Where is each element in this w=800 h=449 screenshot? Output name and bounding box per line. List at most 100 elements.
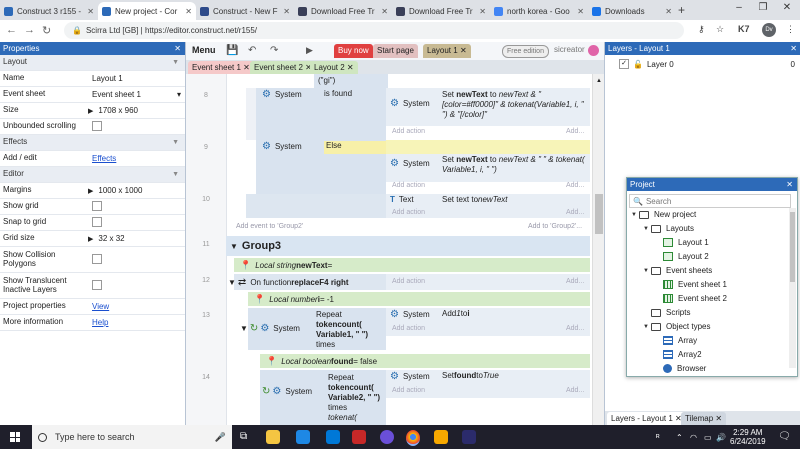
property-checkbox[interactable]: [88, 120, 185, 133]
tree-item[interactable]: Event sheet 2: [655, 294, 727, 303]
property-value[interactable]: Event sheet 1 ▾: [88, 90, 185, 99]
undo-icon[interactable]: ↶: [248, 45, 256, 56]
add-more-link[interactable]: Add...: [566, 209, 584, 216]
condition-cell[interactable]: [246, 194, 386, 218]
property-link[interactable]: Effects: [88, 154, 185, 163]
collapse-triangle-icon[interactable]: ▼: [643, 324, 651, 330]
chevron-up-icon[interactable]: ⌃: [676, 433, 683, 442]
task-view-icon[interactable]: ⧉: [240, 431, 247, 442]
collapse-triangle-icon[interactable]: ▼: [240, 324, 248, 333]
add-event-link[interactable]: Add event to 'Group2': [236, 223, 303, 230]
save-icon[interactable]: 💾: [226, 45, 238, 56]
app-icon[interactable]: [380, 430, 394, 444]
tree-item[interactable]: ▼ New project: [631, 210, 696, 219]
collapse-triangle-icon[interactable]: ▼: [172, 139, 179, 146]
tab-event-sheet-2[interactable]: Event sheet 2 ✕: [250, 61, 316, 74]
notifications-icon[interactable]: 🗨: [778, 431, 791, 442]
collapse-triangle-icon[interactable]: ▼: [172, 171, 179, 178]
dropdown-arrow-icon[interactable]: ▾: [177, 90, 181, 99]
taskbar-search-input[interactable]: Type here to search 🎤: [32, 425, 232, 449]
maximize-button[interactable]: ❐: [754, 2, 772, 13]
layer-row[interactable]: ✓ 🔓 Layer 0 0: [605, 57, 800, 71]
close-icon[interactable]: ✕: [665, 7, 672, 16]
tree-item[interactable]: ▼ Object types: [643, 322, 710, 331]
mail-icon[interactable]: [352, 430, 366, 444]
expand-triangle-icon[interactable]: ▶: [88, 188, 93, 195]
collapse-triangle-icon[interactable]: ▼: [643, 226, 651, 232]
close-icon[interactable]: ✕: [381, 7, 388, 16]
add-action-link[interactable]: Add action: [392, 182, 425, 189]
start-page-tab[interactable]: Start page: [373, 44, 418, 58]
add-more-link[interactable]: Add...: [566, 387, 584, 394]
tab-tilemap[interactable]: Tilemap ✕: [681, 412, 727, 425]
layer-visible-checkbox[interactable]: ✓: [619, 59, 629, 69]
close-icon[interactable]: ✕: [460, 46, 467, 55]
property-checkbox[interactable]: [88, 253, 185, 266]
close-icon[interactable]: ✕: [790, 42, 797, 55]
layout-1-tab[interactable]: Layout 1 ✕: [423, 44, 471, 58]
add-action-link[interactable]: Add action: [392, 387, 425, 394]
package-icon[interactable]: [434, 430, 448, 444]
extension-icon[interactable]: K7: [738, 24, 750, 34]
property-value[interactable]: ▶ 32 x 32: [88, 234, 185, 243]
url-field[interactable]: 🔒 Scirra Ltd [GB] | https://editor.const…: [64, 22, 684, 39]
checkbox[interactable]: [92, 216, 102, 227]
add-more-link[interactable]: Add...: [566, 128, 584, 135]
property-section[interactable]: Effects ▼: [0, 135, 185, 151]
property-checkbox[interactable]: [88, 279, 185, 292]
add-more-link[interactable]: Add...: [566, 325, 584, 332]
browser-tab[interactable]: Construct 3 r155 - ✕: [0, 2, 98, 20]
buy-now-button[interactable]: Buy now: [334, 44, 373, 58]
close-icon[interactable]: ✕: [786, 178, 793, 191]
project-title-bar[interactable]: Project ✕: [627, 178, 797, 191]
minimize-button[interactable]: –: [730, 2, 748, 13]
collapse-triangle-icon[interactable]: ▼: [631, 212, 639, 218]
browser-tab[interactable]: Downloads ✕: [588, 2, 676, 20]
bookmark-star-icon[interactable]: ☆: [716, 24, 724, 35]
add-to-group-link[interactable]: Add to 'Group2'...: [528, 223, 582, 230]
lock-icon[interactable]: 🔓: [633, 60, 643, 69]
property-value[interactable]: Layout 1: [88, 74, 185, 83]
people-icon[interactable]: ᴿ: [656, 433, 660, 442]
project-scrollbar[interactable]: [789, 208, 796, 368]
property-link[interactable]: Help: [88, 318, 185, 327]
checkbox[interactable]: [92, 253, 102, 264]
tree-item[interactable]: ▼ Layouts: [643, 224, 694, 233]
kebab-menu-icon[interactable]: ⋮: [786, 24, 795, 35]
play-icon[interactable]: ▶: [306, 45, 313, 56]
group-header[interactable]: ▼ Group3: [226, 236, 590, 256]
add-more-link[interactable]: Add...: [566, 278, 584, 285]
avatar[interactable]: Dv: [762, 23, 776, 37]
tree-item[interactable]: Array: [655, 336, 697, 345]
local-variable-row[interactable]: 📍 Local boolean found = false: [260, 354, 590, 368]
scrollbar-thumb[interactable]: [595, 194, 603, 234]
expand-triangle-icon[interactable]: ▶: [88, 108, 93, 115]
scroll-up-icon[interactable]: ▲: [596, 78, 602, 84]
checkbox[interactable]: [92, 200, 102, 211]
scrollbar-thumb[interactable]: [790, 212, 795, 282]
add-more-link[interactable]: Add...: [566, 182, 584, 189]
tab-layers[interactable]: Layers - Layout 1 ✕: [607, 412, 686, 425]
tree-item[interactable]: Layout 1: [655, 238, 709, 247]
close-icon[interactable]: ✕: [479, 7, 486, 16]
username[interactable]: sicreator: [554, 45, 585, 54]
add-action-link[interactable]: Add action: [392, 325, 425, 332]
collapse-triangle-icon[interactable]: ▼: [230, 242, 238, 251]
browser-tab[interactable]: Construct - New F ✕: [196, 2, 294, 20]
system-clock[interactable]: 2:29 AM 6/24/2019: [730, 428, 766, 446]
close-icon[interactable]: ✕: [283, 7, 290, 16]
battery-icon[interactable]: ▭: [704, 433, 712, 442]
property-link[interactable]: View: [88, 302, 185, 311]
browser-tab-active[interactable]: New project - Cor ✕: [98, 2, 196, 20]
add-action-link[interactable]: Add action: [392, 209, 425, 216]
close-icon[interactable]: ✕: [87, 7, 94, 16]
redo-icon[interactable]: ↷: [270, 45, 278, 56]
chrome-icon[interactable]: [406, 430, 420, 446]
key-icon[interactable]: ⚷: [698, 24, 705, 35]
collapse-triangle-icon[interactable]: ▼: [643, 268, 651, 274]
tree-item[interactable]: Event sheet 1: [655, 280, 727, 289]
close-icon[interactable]: ✕: [577, 7, 584, 16]
local-variable-row[interactable]: 📍 Local string newText =: [234, 258, 590, 272]
back-button[interactable]: ←: [6, 24, 17, 36]
edge-icon[interactable]: [296, 430, 310, 444]
